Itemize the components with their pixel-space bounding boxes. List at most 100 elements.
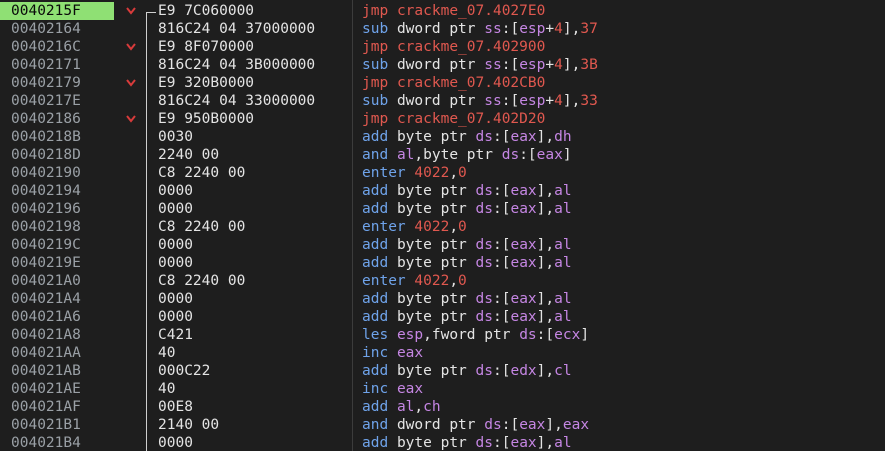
mnemonic: add <box>362 363 389 379</box>
instruction-list: 0040215F E9 7C060000 jmp crackme_07.4027E0… <box>0 2 885 451</box>
address: 00402194 <box>11 183 81 199</box>
mnemonic: enter <box>362 273 406 289</box>
instruction-text: les esp,fword ptr ds:[ecx] <box>362 326 589 344</box>
operand: byte ptr ds:[edx],cl <box>396 363 572 379</box>
instruction-row[interactable]: 004021AA 40 inc eax <box>0 344 885 362</box>
instruction-text: add byte ptr ds:[eax],al <box>362 290 572 308</box>
instruction-row[interactable]: 00402196 0000 add byte ptr ds:[eax],al <box>0 200 885 218</box>
opcode-bytes: 0030 <box>158 129 193 145</box>
opcode-bytes: 816C24 04 33000000 <box>158 93 316 109</box>
operand: al,byte ptr ds:[eax] <box>396 147 572 163</box>
mnemonic: jmp <box>362 3 389 19</box>
instruction-row[interactable]: 00402194 0000 add byte ptr ds:[eax],al <box>0 182 885 200</box>
operand: 4022,0 <box>414 219 467 235</box>
instruction-row[interactable]: 00402190 C8 2240 00 enter 4022,0 <box>0 164 885 182</box>
mnemonic: add <box>362 309 389 325</box>
instruction-text: sub dword ptr ss:[esp+4],37 <box>362 20 598 38</box>
instruction-text: add byte ptr ds:[eax],al <box>362 254 572 272</box>
opcode-bytes: C421 <box>158 327 193 343</box>
chevron-down-icon <box>124 74 138 92</box>
address: 0040218B <box>11 129 81 145</box>
disassembly-view[interactable]: 0040215F E9 7C060000 jmp crackme_07.4027E0… <box>0 0 885 451</box>
mnemonic: jmp <box>362 39 389 55</box>
instruction-row[interactable]: 0040218B 0030 add byte ptr ds:[eax],dh <box>0 128 885 146</box>
instruction-row[interactable]: 0040215F E9 7C060000 jmp crackme_07.4027E0 <box>0 2 885 20</box>
mnemonic: sub <box>362 93 389 109</box>
opcode-bytes: E9 320B0000 <box>158 75 255 91</box>
instruction-row[interactable]: 00402164 816C24 04 37000000 sub dword ptr … <box>0 20 885 38</box>
operand: eax <box>396 345 424 361</box>
mnemonic: and <box>362 417 389 433</box>
opcode-bytes: E9 8F070000 <box>158 39 255 55</box>
operand: al,ch <box>396 399 441 415</box>
operand: 4022,0 <box>414 165 467 181</box>
operand: byte ptr ds:[eax],al <box>396 309 572 325</box>
opcode-bytes: 0000 <box>158 291 193 307</box>
operand: byte ptr ds:[eax],al <box>396 183 572 199</box>
instruction-row[interactable]: 004021AB 000C22 add byte ptr ds:[edx],cl <box>0 362 885 380</box>
instruction-row[interactable]: 0040218D 2240 00 and al,byte ptr ds:[eax] <box>0 146 885 164</box>
opcode-bytes: 0000 <box>158 309 193 325</box>
instruction-row[interactable]: 0040219C 0000 add byte ptr ds:[eax],al <box>0 236 885 254</box>
address: 00402198 <box>11 219 81 235</box>
address: 00402186 <box>11 111 81 127</box>
instruction-text: add byte ptr ds:[eax],dh <box>362 128 572 146</box>
instruction-text: add byte ptr ds:[eax],al <box>362 236 572 254</box>
instruction-row[interactable]: 00402186 E9 950B0000 jmp crackme_07.402D20 <box>0 110 885 128</box>
address: 004021B4 <box>11 435 81 451</box>
address: 004021AA <box>11 345 81 361</box>
instruction-row[interactable]: 004021AF 00E8 add al,ch <box>0 398 885 416</box>
address: 004021A6 <box>11 309 81 325</box>
address: 0040219C <box>11 237 81 253</box>
instruction-row[interactable]: 00402171 816C24 04 3B000000 sub dword ptr … <box>0 56 885 74</box>
address: 004021AF <box>11 399 81 415</box>
instruction-row[interactable]: 0040219E 0000 add byte ptr ds:[eax],al <box>0 254 885 272</box>
instruction-text: add byte ptr ds:[eax],al <box>362 434 572 451</box>
instruction-text: inc eax <box>362 344 423 362</box>
mnemonic: inc <box>362 345 389 361</box>
instruction-row[interactable]: 004021A0 C8 2240 00 enter 4022,0 <box>0 272 885 290</box>
address: 004021B1 <box>11 417 81 433</box>
instruction-row[interactable]: 0040216C E9 8F070000 jmp crackme_07.402900 <box>0 38 885 56</box>
instruction-row[interactable]: 004021A6 0000 add byte ptr ds:[eax],al <box>0 308 885 326</box>
mnemonic: add <box>362 201 389 217</box>
instruction-text: jmp crackme_07.402900 <box>362 38 545 56</box>
instruction-row[interactable]: 00402198 C8 2240 00 enter 4022,0 <box>0 218 885 236</box>
operand: crackme_07.402D20 <box>396 111 546 127</box>
instruction-row[interactable]: 004021A8 C421 les esp,fword ptr ds:[ecx] <box>0 326 885 344</box>
operand: dword ptr ss:[esp+4],3B <box>396 57 598 73</box>
address: 00402190 <box>11 165 81 181</box>
mnemonic: jmp <box>362 75 389 91</box>
operand: esp,fword ptr ds:[ecx] <box>396 327 590 343</box>
address: 004021AB <box>11 363 81 379</box>
instruction-text: jmp crackme_07.402CB0 <box>362 74 545 92</box>
opcode-bytes: 40 <box>158 345 176 361</box>
mnemonic: sub <box>362 21 389 37</box>
mnemonic: add <box>362 291 389 307</box>
instruction-text: inc eax <box>362 380 423 398</box>
opcode-bytes: 816C24 04 37000000 <box>158 21 316 37</box>
operand: byte ptr ds:[eax],al <box>396 237 572 253</box>
address: 004021A0 <box>11 273 81 289</box>
mnemonic: inc <box>362 381 389 397</box>
instruction-text: and dword ptr ds:[eax],eax <box>362 416 589 434</box>
instruction-row[interactable]: 004021B1 2140 00 and dword ptr ds:[eax],ea… <box>0 416 885 434</box>
instruction-row[interactable]: 004021A4 0000 add byte ptr ds:[eax],al <box>0 290 885 308</box>
instruction-text: enter 4022,0 <box>362 218 467 236</box>
mnemonic: jmp <box>362 111 389 127</box>
opcode-bytes: 816C24 04 3B000000 <box>158 57 316 73</box>
instruction-text: enter 4022,0 <box>362 272 467 290</box>
instruction-text: add byte ptr ds:[eax],al <box>362 308 572 326</box>
address: 004021A8 <box>11 327 81 343</box>
instruction-row[interactable]: 00402179 E9 320B0000 jmp crackme_07.402CB0 <box>0 74 885 92</box>
instruction-row[interactable]: 0040217E 816C24 04 33000000 sub dword ptr … <box>0 92 885 110</box>
instruction-row[interactable]: 004021AE 40 inc eax <box>0 380 885 398</box>
instruction-row[interactable]: 004021B4 0000 add byte ptr ds:[eax],al <box>0 434 885 451</box>
mnemonic: enter <box>362 219 406 235</box>
opcode-bytes: 0000 <box>158 237 193 253</box>
operand: byte ptr ds:[eax],al <box>396 255 572 271</box>
chevron-down-icon <box>124 38 138 56</box>
operand: eax <box>396 381 424 397</box>
operand: dword ptr ss:[esp+4],33 <box>396 93 598 109</box>
mnemonic: add <box>362 435 389 451</box>
